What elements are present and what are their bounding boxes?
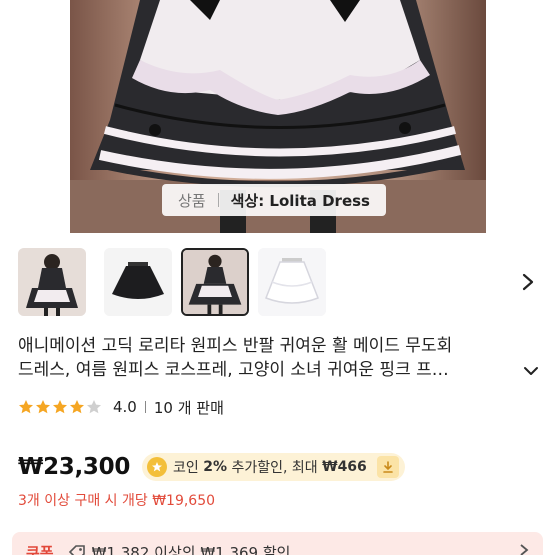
variant-badge-value: 색상: Lolita Dress <box>230 191 370 210</box>
rating-row[interactable]: 4.0 10 개 판매 <box>18 396 224 418</box>
coin-max: ₩466 <box>322 459 367 475</box>
coupon-text: ₩1,382 이상의 ₩1,369 할인 <box>91 543 291 555</box>
coin-label: 코인 <box>173 460 199 476</box>
chevron-right-icon <box>522 273 534 291</box>
sold-count: 10 개 판매 <box>153 398 224 417</box>
download-icon <box>382 461 393 473</box>
chevron-down-icon <box>524 367 538 375</box>
title-expand-button[interactable] <box>520 360 542 382</box>
coin-discount-pill[interactable]: 코인 2% 추가할인, 최대 ₩466 <box>142 453 405 481</box>
badge-divider <box>217 193 219 207</box>
star-filled-icon <box>53 400 67 414</box>
product-title: 애니메이션 고딕 로리타 원피스 반팔 귀여운 활 메이드 무도회 드레스, 여… <box>18 334 523 382</box>
coupon-label: 쿠폰 <box>26 543 54 555</box>
rating-score: 4.0 <box>113 398 137 416</box>
star-filled-icon <box>70 400 84 414</box>
tag-icon <box>68 544 86 555</box>
star-filled-icon <box>36 400 50 414</box>
coin-middle-text: 추가할인, 최대 <box>231 460 318 476</box>
product-title-line-2: 드레스, 여름 원피스 코스프레, 고양이 소녀 귀여운 핑크 프… <box>18 360 449 380</box>
chevron-right-icon <box>519 543 529 555</box>
star-empty-icon <box>87 400 101 414</box>
product-title-line-1: 애니메이션 고딕 로리타 원피스 반팔 귀여운 활 메이드 무도회 <box>18 336 453 356</box>
coin-percent: 2% <box>203 459 228 475</box>
thumb-black-petticoat[interactable] <box>104 248 172 316</box>
thumb-maid-dress-selected[interactable] <box>181 248 249 316</box>
current-price: ₩23,300 <box>18 454 131 480</box>
coupon-banner[interactable]: 쿠폰 ₩1,382 이상의 ₩1,369 할인 <box>12 532 543 555</box>
product-hero-image[interactable]: 상품 색상: Lolita Dress <box>0 0 555 233</box>
variant-badge: 상품 색상: Lolita Dress <box>162 184 386 216</box>
bulk-discount-text: 3개 이상 구매 시 개당 ₩19,650 <box>18 493 216 509</box>
star-filled-icon <box>19 400 33 414</box>
thumb-white-petticoat[interactable] <box>258 248 326 316</box>
price-row: ₩23,300 코인 2% 추가할인, 최대 ₩466 <box>18 450 405 484</box>
rating-divider <box>144 401 146 413</box>
coin-icon <box>147 457 168 477</box>
coin-download-button[interactable] <box>376 456 399 478</box>
thumbnail-strip <box>0 244 555 320</box>
thumb-maid-dress-model[interactable] <box>18 248 86 316</box>
star-rating <box>18 399 103 415</box>
thumbnail-next-button[interactable] <box>516 268 540 296</box>
variant-badge-category: 상품 <box>178 191 206 210</box>
